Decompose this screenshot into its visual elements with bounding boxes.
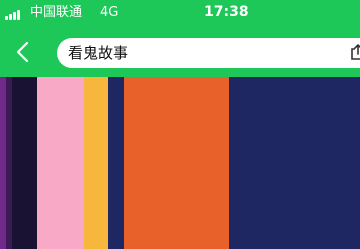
page-title: 看鬼故事 xyxy=(68,44,129,62)
banner-stripe-navy-wide xyxy=(229,77,360,249)
app-header: 中国联通 4G 17:38 看鬼故事 xyxy=(0,0,360,77)
banner-stripe-orange xyxy=(124,77,229,249)
status-bar: 中国联通 4G 17:38 xyxy=(0,0,360,28)
banner-stripe-yellow xyxy=(84,77,108,249)
title-bar: 看鬼故事 xyxy=(57,38,360,68)
banner-stripe-black xyxy=(12,77,37,249)
carrier-name: 中国联通 xyxy=(30,5,83,20)
banner-stripe-navy xyxy=(108,77,124,249)
share-button[interactable] xyxy=(350,43,360,61)
navigation-bar: 看鬼故事 xyxy=(0,30,360,74)
colorful-banner xyxy=(0,77,360,249)
signal-bars-icon xyxy=(5,8,25,20)
status-time: 17:38 xyxy=(204,4,249,20)
back-button[interactable] xyxy=(8,36,38,68)
banner-stripe-pink xyxy=(37,77,84,249)
share-icon xyxy=(351,44,360,60)
network-type: 4G xyxy=(100,5,119,20)
chevron-left-icon xyxy=(16,41,29,63)
